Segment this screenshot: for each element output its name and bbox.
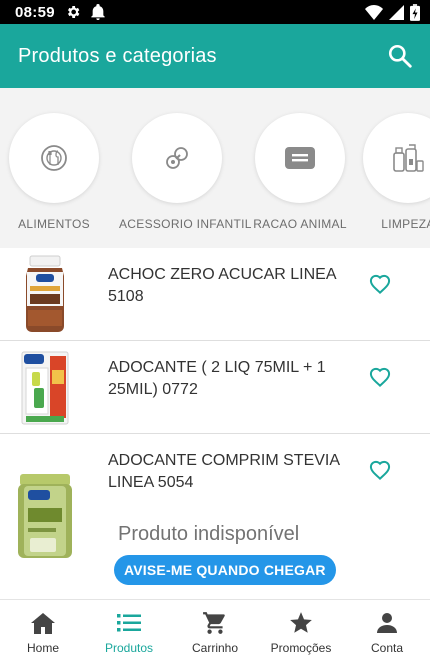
favorite-button[interactable] [366,363,394,391]
nav-conta[interactable]: Conta [344,600,430,662]
cart-icon [201,609,229,637]
app-bar: Produtos e categorias [0,24,430,88]
notify-when-available-button[interactable]: AVISE-ME QUANDO CHEGAR [114,555,336,585]
category-carousel[interactable]: ALIMENTOS ACESSORIO INFANTIL RACAO ANIMA… [0,88,430,248]
category-racao-animal[interactable]: RACAO ANIMAL [242,88,358,248]
product-row[interactable]: ADOCANTE ( 2 LIQ 75MIL + 1 25MIL) 0772 [0,341,430,434]
nav-label: Promoções [270,641,332,655]
person-icon [373,609,401,637]
nav-carrinho[interactable]: Carrinho [172,600,258,662]
nav-label: Carrinho [191,641,239,655]
favorite-button[interactable] [366,270,394,298]
nav-home[interactable]: Home [0,600,86,662]
product-row[interactable]: ACHOC ZERO ACUCAR LINEA 5108 [0,248,430,341]
product-image [14,254,76,339]
category-label: LIMPEZA [381,217,430,231]
category-alimentos[interactable]: ALIMENTOS [0,88,112,248]
product-row[interactable]: ADOCANTE COMPRIM STEVIA LINEA 5054 Produ… [0,434,430,599]
list-icon [115,609,143,637]
search-icon [388,44,412,68]
nav-label: Produtos [104,641,154,655]
gear-icon [65,4,81,20]
unavailable-label: Produto indisponível [118,523,300,545]
heart-outline-icon [369,274,391,294]
product-name: ADOCANTE ( 2 LIQ 75MIL + 1 25MIL) 0772 [108,359,326,398]
wifi-icon [365,4,383,20]
notification-bell-icon [91,4,105,20]
category-acessorio-infantil[interactable]: ACESSORIO INFANTIL [119,88,252,248]
category-label: ALIMENTOS [18,217,90,231]
category-circle [132,113,222,203]
bottom-navigation: Home Produtos Carrinho Promoções Conta [0,599,430,662]
status-bar: 08:59 [0,0,430,24]
category-circle [255,113,345,203]
product-list[interactable]: ACHOC ZERO ACUCAR LINEA 5108 ADOCANTE ( [0,248,430,599]
pet-food-icon [285,147,315,169]
category-circle [363,113,430,203]
favorite-button[interactable] [366,456,394,484]
home-icon [29,609,57,637]
app-screen: 08:59 Produtos e categorias ALIMENTOS AC… [0,0,430,662]
cellular-signal-icon [389,4,404,20]
category-limpeza[interactable]: LIMPEZA [350,88,430,248]
search-button[interactable] [384,40,416,72]
nav-label: Home [26,641,59,655]
battery-icon [410,3,420,21]
nav-promocoes[interactable]: Promoções [258,600,344,662]
heart-outline-icon [369,367,391,387]
category-circle [9,113,99,203]
nav-label: Conta [370,641,404,655]
status-time: 08:59 [15,3,55,21]
product-image [14,348,76,433]
product-name: ACHOC ZERO ACUCAR LINEA 5108 [108,266,336,305]
food-plate-icon [41,145,67,171]
heart-outline-icon [369,460,391,480]
page-title: Produtos e categorias [18,44,217,67]
cleaning-products-icon [393,144,424,172]
product-image [12,472,78,565]
category-label: RACAO ANIMAL [253,217,347,231]
pacifier-icon [166,147,188,169]
star-icon [287,609,315,637]
nav-produtos[interactable]: Produtos [86,600,172,662]
category-label: ACESSORIO INFANTIL [119,217,252,231]
product-name: ADOCANTE COMPRIM STEVIA LINEA 5054 [108,452,340,491]
